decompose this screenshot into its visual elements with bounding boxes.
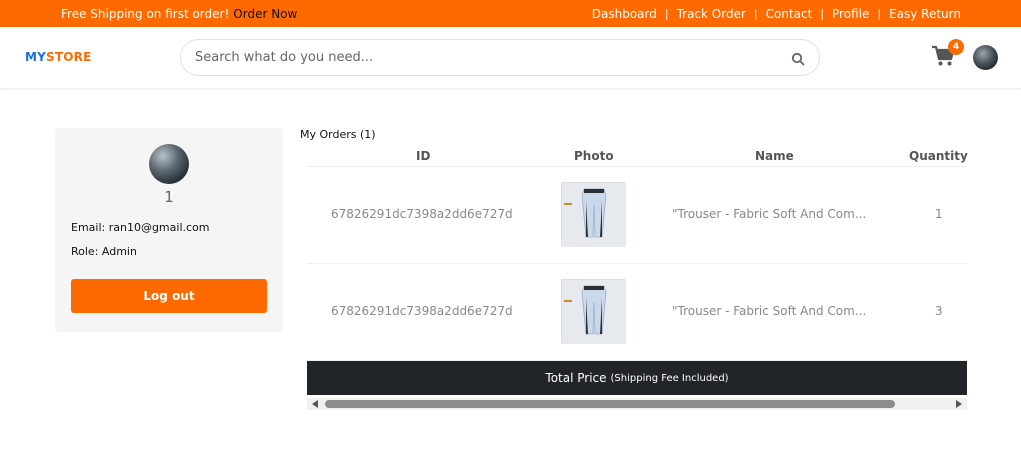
order-now-link[interactable]: Order Now bbox=[233, 7, 297, 21]
user-avatar[interactable] bbox=[973, 45, 998, 70]
promo: Free Shipping on first order! Order Now bbox=[61, 7, 297, 21]
horizontal-scrollbar[interactable] bbox=[307, 398, 967, 410]
order-id: 67826291dc7398a2dd6e727d bbox=[331, 304, 513, 318]
logo-my: MY bbox=[25, 50, 47, 64]
nav-separator: | bbox=[877, 7, 882, 20]
nav-dashboard[interactable]: Dashboard bbox=[592, 7, 657, 21]
total-price-bar: Total Price (Shipping Fee Included) bbox=[307, 361, 967, 395]
profile-card: 1 Email: ran10@gmail.com Role: Admin Log… bbox=[55, 128, 283, 332]
column-header-quantity: Quantity bbox=[909, 149, 968, 163]
profile-role: Role: Admin bbox=[71, 245, 137, 258]
product-photo bbox=[561, 279, 626, 344]
nav-separator: | bbox=[664, 7, 669, 20]
profile-avatar bbox=[149, 144, 189, 184]
top-nav: Dashboard | Track Order | Contact | Prof… bbox=[592, 7, 961, 21]
scrollbar-thumb[interactable] bbox=[325, 400, 895, 408]
order-quantity: 3 bbox=[935, 304, 943, 318]
product-photo bbox=[561, 182, 626, 247]
table-row[interactable]: 67826291dc7398a2dd6e727d "Trouser - Fabr… bbox=[307, 264, 967, 361]
total-price-label: Total Price bbox=[545, 371, 607, 385]
column-header-name: Name bbox=[755, 149, 794, 163]
nav-easy-return[interactable]: Easy Return bbox=[889, 7, 961, 21]
scroll-left-icon[interactable] bbox=[312, 400, 318, 408]
shipping-note: (Shipping Fee Included) bbox=[610, 372, 729, 384]
column-header-photo: Photo bbox=[574, 149, 614, 163]
nav-contact[interactable]: Contact bbox=[766, 7, 813, 21]
profile-email: Email: ran10@gmail.com bbox=[71, 221, 210, 234]
search-icon[interactable] bbox=[791, 51, 805, 70]
cart-count-badge: 4 bbox=[948, 39, 964, 55]
logo-store: STORE bbox=[46, 50, 92, 64]
column-header-id: ID bbox=[416, 149, 431, 163]
site-header: MYSTORE 4 bbox=[0, 27, 1021, 89]
profile-username: 1 bbox=[164, 188, 174, 206]
promo-text: Free Shipping on first order! bbox=[61, 6, 230, 21]
logout-button[interactable]: Log out bbox=[71, 279, 267, 313]
scroll-right-icon[interactable] bbox=[956, 400, 962, 408]
search-bar bbox=[180, 39, 820, 76]
order-quantity: 1 bbox=[935, 207, 943, 221]
order-id: 67826291dc7398a2dd6e727d bbox=[331, 207, 513, 221]
search-input[interactable] bbox=[195, 50, 775, 65]
nav-track-order[interactable]: Track Order bbox=[677, 7, 746, 21]
nav-separator: | bbox=[753, 7, 758, 20]
nav-separator: | bbox=[820, 7, 825, 20]
nav-profile[interactable]: Profile bbox=[832, 7, 869, 21]
top-promo-bar: Free Shipping on first order! Order Now … bbox=[0, 0, 1021, 27]
product-name: "Trouser - Fabric Soft And Com... bbox=[672, 207, 867, 221]
table-row[interactable]: 67826291dc7398a2dd6e727d "Trouser - Fabr… bbox=[307, 167, 967, 264]
product-name: "Trouser - Fabric Soft And Com... bbox=[672, 304, 867, 318]
orders-title: My Orders (1) bbox=[300, 128, 376, 141]
store-logo[interactable]: MYSTORE bbox=[25, 50, 92, 64]
